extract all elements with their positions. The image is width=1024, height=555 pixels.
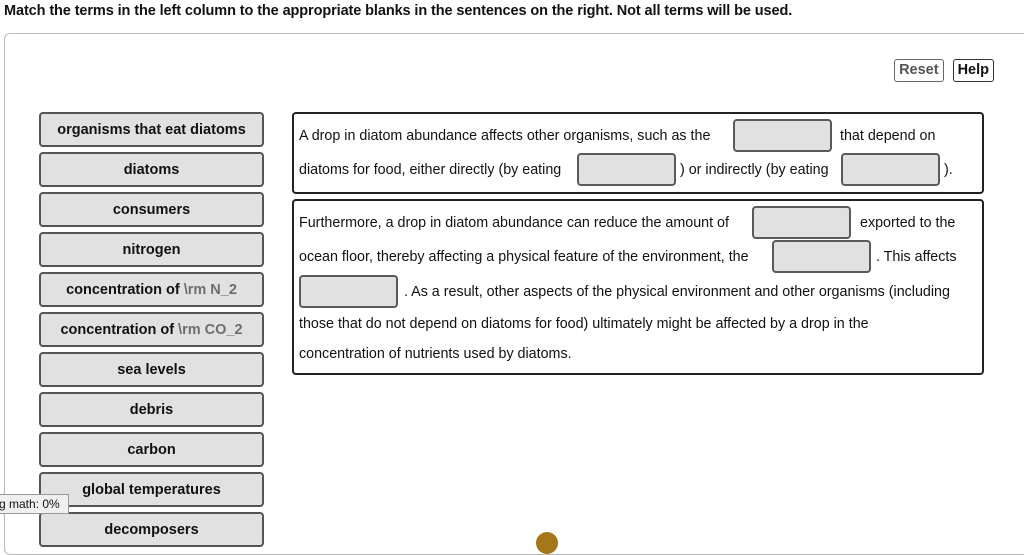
term-label: organisms that eat diatoms bbox=[57, 121, 246, 138]
drop-blank-4[interactable] bbox=[752, 206, 851, 239]
sentence-text: ocean floor, thereby affecting a physica… bbox=[299, 249, 749, 265]
term-concentration-of-n2[interactable]: concentration of \rm N_2 bbox=[39, 272, 264, 307]
sentence-box-1: A drop in diatom abundance affects other… bbox=[292, 112, 984, 194]
math-loading-status: g math: 0% bbox=[0, 494, 69, 514]
term-bank: organisms that eat diatoms diatoms consu… bbox=[39, 112, 264, 552]
term-label: diatoms bbox=[123, 161, 180, 178]
term-nitrogen[interactable]: nitrogen bbox=[39, 232, 264, 267]
drop-blank-5[interactable] bbox=[772, 240, 871, 273]
drop-blank-6[interactable] bbox=[299, 275, 398, 308]
term-concentration-of-co2[interactable]: concentration of \rm CO_2 bbox=[39, 312, 264, 347]
term-label: debris bbox=[129, 401, 174, 418]
term-global-temperatures[interactable]: global temperatures bbox=[39, 472, 264, 507]
loading-spinner-icon bbox=[536, 532, 558, 554]
drop-blank-2[interactable] bbox=[577, 153, 676, 186]
term-organisms-that-eat-diatoms[interactable]: organisms that eat diatoms bbox=[39, 112, 264, 147]
sentence-text: those that do not depend on diatoms for … bbox=[299, 316, 869, 332]
sentence-text: concentration of nutrients used by diato… bbox=[299, 346, 572, 362]
term-label: concentration of bbox=[60, 321, 175, 338]
sentence-text: A drop in diatom abundance affects other… bbox=[299, 128, 711, 144]
drop-blank-1[interactable] bbox=[733, 119, 832, 152]
term-label: sea levels bbox=[117, 361, 186, 378]
term-label: nitrogen bbox=[122, 241, 181, 258]
term-label: decomposers bbox=[104, 521, 199, 538]
sentence-text: that depend on bbox=[840, 128, 936, 144]
term-label: consumers bbox=[112, 201, 191, 218]
term-tex-source: \rm CO_2 bbox=[178, 321, 243, 338]
toolbar: Reset Help bbox=[894, 59, 994, 82]
sentence-text: . As a result, other aspects of the phys… bbox=[404, 284, 950, 300]
term-sea-levels[interactable]: sea levels bbox=[39, 352, 264, 387]
instructions: Match the terms in the left column to th… bbox=[4, 3, 793, 19]
sentence-text: ). bbox=[944, 162, 953, 178]
drop-blank-3[interactable] bbox=[841, 153, 940, 186]
sentence-text: diatoms for food, either directly (by ea… bbox=[299, 162, 562, 178]
term-diatoms[interactable]: diatoms bbox=[39, 152, 264, 187]
term-label: concentration of bbox=[66, 281, 180, 298]
term-debris[interactable]: debris bbox=[39, 392, 264, 427]
reset-button[interactable]: Reset bbox=[894, 59, 944, 82]
sentence-text: exported to the bbox=[860, 215, 956, 231]
term-decomposers[interactable]: decomposers bbox=[39, 512, 264, 547]
sentence-box-2: Furthermore, a drop in diatom abundance … bbox=[292, 199, 984, 375]
term-label: carbon bbox=[127, 441, 176, 458]
help-button[interactable]: Help bbox=[952, 59, 994, 82]
term-label: global temperatures bbox=[82, 481, 221, 498]
term-carbon[interactable]: carbon bbox=[39, 432, 264, 467]
sentence-text: . This affects bbox=[876, 249, 957, 265]
sentence-text: Furthermore, a drop in diatom abundance … bbox=[299, 215, 729, 231]
sentence-text: ) or indirectly (by eating bbox=[680, 162, 829, 178]
term-consumers[interactable]: consumers bbox=[39, 192, 264, 227]
term-tex-source: \rm N_2 bbox=[183, 281, 237, 298]
